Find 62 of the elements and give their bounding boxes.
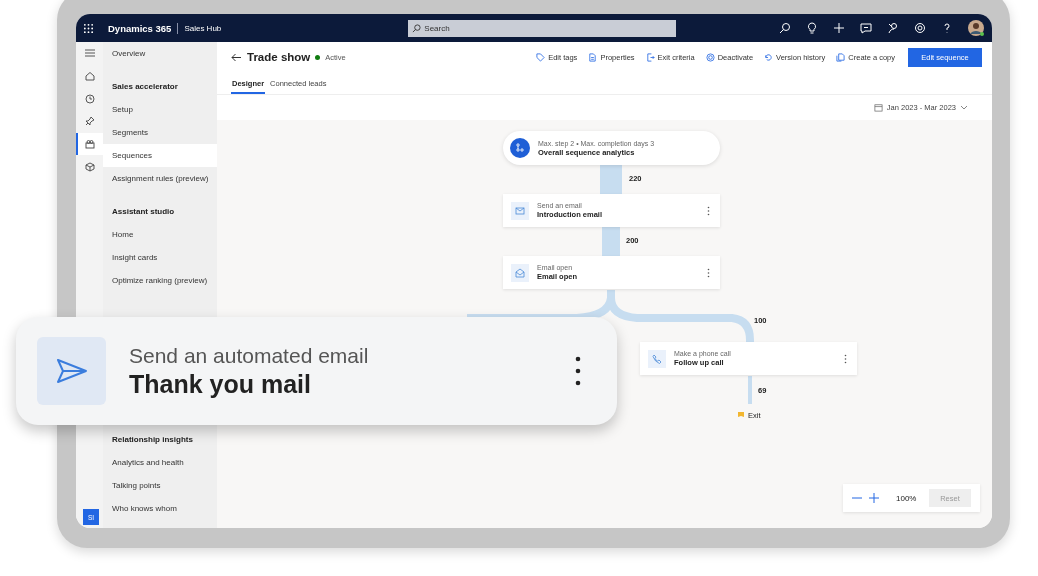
status-dot-icon bbox=[315, 54, 321, 60]
envelope-icon bbox=[515, 205, 525, 216]
zoom-in-icon[interactable] bbox=[869, 493, 879, 503]
back-arrow-icon[interactable] bbox=[231, 52, 242, 62]
app-area: Sales Hub bbox=[184, 23, 222, 33]
chevron-down-icon bbox=[960, 105, 968, 110]
pin-icon bbox=[84, 116, 95, 127]
avatar-icon[interactable] bbox=[968, 20, 984, 36]
floating-title: Thank you mail bbox=[129, 369, 312, 399]
more-icon[interactable] bbox=[707, 267, 710, 278]
sequence-nav-button[interactable] bbox=[76, 132, 103, 156]
exit-icon bbox=[645, 52, 655, 62]
sidebar-item[interactable]: Assignment rules (preview) bbox=[103, 167, 217, 190]
search-icon bbox=[412, 23, 422, 33]
history-icon bbox=[764, 52, 774, 62]
sidebar-item[interactable]: Optimize ranking (preview) bbox=[103, 269, 217, 292]
record-title: Trade show bbox=[247, 51, 311, 63]
sequence-icon bbox=[84, 139, 95, 150]
envelope-icon bbox=[515, 267, 525, 278]
sidebar-item[interactable]: Sequences bbox=[103, 144, 217, 167]
copy-icon bbox=[836, 52, 846, 62]
box-icon bbox=[84, 161, 95, 172]
flow-bar bbox=[748, 376, 752, 404]
sidebar-item[interactable]: Who knows whom bbox=[103, 497, 217, 520]
tag-icon bbox=[536, 52, 546, 62]
floating-step-card[interactable]: Send an automated email Thank you mail bbox=[16, 317, 617, 425]
more-icon[interactable] bbox=[707, 205, 710, 216]
people-icon[interactable] bbox=[887, 22, 899, 34]
menu-icon bbox=[84, 48, 95, 59]
floating-caption: Send an automated email bbox=[129, 343, 370, 368]
search-field[interactable]: Search bbox=[408, 19, 677, 37]
plus-icon[interactable] bbox=[833, 22, 845, 34]
recent-icon bbox=[84, 93, 95, 104]
zoom-level: 100% bbox=[896, 493, 917, 503]
sidebar-item[interactable]: Setup bbox=[103, 98, 217, 121]
more-icon[interactable] bbox=[844, 353, 847, 364]
home-icon bbox=[84, 71, 95, 82]
doc-icon bbox=[588, 52, 598, 62]
help-icon[interactable] bbox=[941, 22, 953, 34]
app-launcher-icon[interactable] bbox=[83, 22, 94, 34]
settings-icon[interactable] bbox=[914, 22, 926, 34]
sidebar-heading: Sales accelerator bbox=[111, 81, 179, 93]
sidebar-item[interactable]: Overview bbox=[103, 42, 217, 65]
more-icon[interactable] bbox=[575, 356, 581, 386]
sidebar-heading: Assistant studio bbox=[111, 206, 176, 218]
sidebar-item[interactable]: Insight cards bbox=[103, 246, 217, 269]
phone-icon bbox=[652, 353, 662, 364]
chat-icon[interactable] bbox=[860, 22, 872, 34]
sidebar-item[interactable]: Talking points bbox=[103, 474, 217, 497]
analytics-icon bbox=[510, 138, 530, 158]
flow-bar bbox=[600, 165, 622, 194]
send-icon bbox=[55, 358, 88, 384]
flag-icon bbox=[738, 412, 744, 419]
sidebar-item[interactable]: Home bbox=[103, 223, 217, 246]
sidebar-heading: Relationship insights bbox=[111, 434, 194, 446]
sidebar-item[interactable]: Segments bbox=[103, 121, 217, 144]
search-icon[interactable] bbox=[779, 22, 791, 34]
sidebar-item[interactable]: Analytics and health bbox=[103, 451, 217, 474]
bulb-icon[interactable] bbox=[806, 22, 818, 34]
flow-bar bbox=[602, 227, 620, 256]
app-name[interactable]: Dynamics 365 bbox=[108, 22, 179, 34]
calendar-icon bbox=[873, 103, 883, 112]
